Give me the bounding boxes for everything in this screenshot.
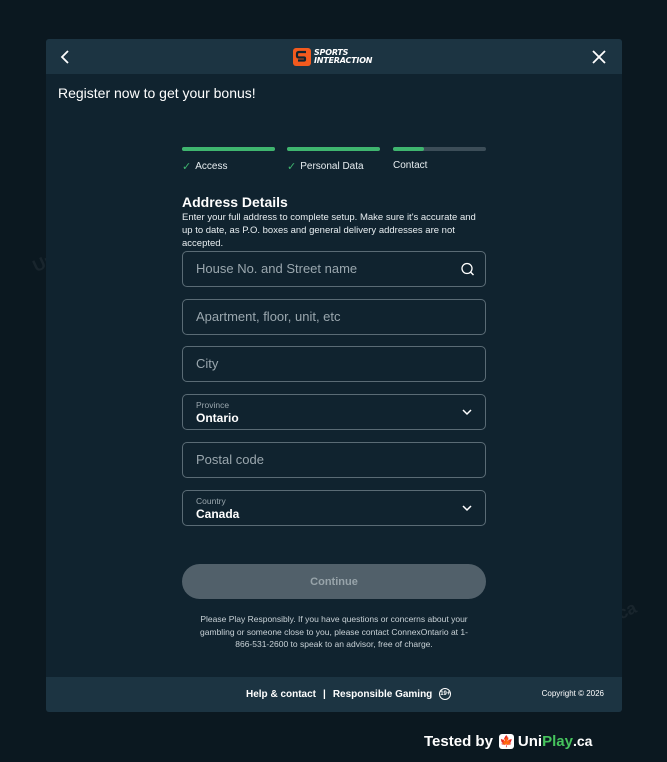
street-input[interactable]: House No. and Street name xyxy=(182,251,486,287)
modal-header: SPORTS INTERACTION xyxy=(46,39,622,74)
age-19-plus-icon: 19+ xyxy=(439,688,452,700)
step-bar xyxy=(182,147,275,151)
help-contact-link[interactable]: Help & contact xyxy=(246,689,316,700)
postal-code-input[interactable]: Postal code xyxy=(182,442,486,478)
footer-separator: | xyxy=(323,688,326,700)
country-label: Country xyxy=(196,496,226,506)
step-fill xyxy=(393,147,424,151)
apartment-input[interactable]: Apartment, floor, unit, etc xyxy=(182,299,486,335)
search-icon[interactable] xyxy=(459,261,475,277)
step-contact: Contact xyxy=(393,147,486,171)
chevron-down-icon xyxy=(459,404,475,420)
responsible-gaming-link[interactable]: Responsible Gaming xyxy=(333,689,432,700)
logo-text: SPORTS INTERACTION xyxy=(314,49,373,65)
step-fill xyxy=(287,147,380,151)
country-value: Canada xyxy=(196,507,240,521)
city-placeholder: City xyxy=(196,356,219,371)
responsible-gaming-disclaimer: Please Play Responsibly. If you have que… xyxy=(200,614,468,649)
step-personal-data: ✓ Personal Data xyxy=(287,147,380,173)
sports-interaction-logo: SPORTS INTERACTION xyxy=(293,47,373,67)
logo-mark-icon xyxy=(293,48,311,66)
continue-button[interactable]: Continue xyxy=(182,564,486,599)
logo-line-2: INTERACTION xyxy=(314,56,373,65)
uniplay-play: Play xyxy=(542,732,573,750)
country-select[interactable]: Country Canada xyxy=(182,490,486,526)
uniplay-ca: .ca xyxy=(572,732,593,749)
close-button[interactable] xyxy=(588,46,610,68)
modal-footer: Help & contact | Responsible Gaming 19+ … xyxy=(46,677,622,712)
uniplay-logo: 🍁 UniPlay.ca xyxy=(498,732,593,750)
copyright-text: Copyright © 2026 xyxy=(541,689,604,698)
step-access: ✓ Access xyxy=(182,147,275,173)
step-bar xyxy=(393,147,486,151)
street-placeholder: House No. and Street name xyxy=(196,261,358,276)
check-icon: ✓ xyxy=(287,161,297,173)
province-label: Province xyxy=(196,400,230,410)
step-bar xyxy=(287,147,380,151)
step-label: Contact xyxy=(393,160,428,171)
tested-by-badge: Tested by 🍁 UniPlay.ca xyxy=(424,731,592,751)
progress-steps: ✓ Access ✓ Personal Data Contact xyxy=(182,147,486,177)
page-headline: Register now to get your bonus! xyxy=(58,85,256,101)
tested-by-label: Tested by xyxy=(424,732,493,750)
province-value: Ontario xyxy=(196,411,239,425)
province-select[interactable]: Province Ontario xyxy=(182,394,486,430)
step-label: Personal Data xyxy=(300,161,364,172)
check-icon: ✓ xyxy=(182,161,192,173)
back-button[interactable] xyxy=(54,46,76,68)
apartment-placeholder: Apartment, floor, unit, etc xyxy=(196,309,341,324)
city-input[interactable]: City xyxy=(182,346,486,382)
step-label: Access xyxy=(195,161,228,172)
step-fill xyxy=(182,147,275,151)
chevron-left-icon xyxy=(60,50,69,64)
registration-modal: SPORTS INTERACTION Register now to get y… xyxy=(46,39,622,712)
close-icon xyxy=(592,50,606,64)
section-description: Enter your full address to complete setu… xyxy=(182,212,476,249)
maple-leaf-icon: 🍁 xyxy=(498,733,514,749)
postal-code-placeholder: Postal code xyxy=(196,452,264,467)
footer-links: Help & contact | Responsible Gaming 19+ xyxy=(246,688,452,700)
chevron-down-icon xyxy=(459,500,475,516)
uniplay-uni: Uni xyxy=(517,732,543,750)
section-title: Address Details xyxy=(182,194,288,210)
